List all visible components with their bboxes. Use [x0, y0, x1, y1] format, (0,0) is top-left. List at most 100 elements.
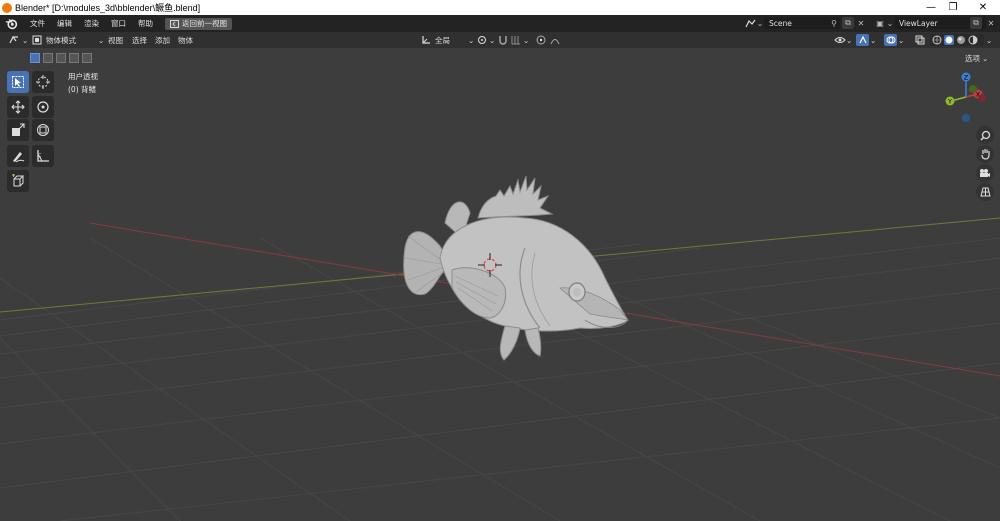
zoom-view-button[interactable] [976, 126, 994, 144]
chevron-down-icon: ⌄ [468, 35, 475, 45]
object-mode-icon [32, 35, 42, 45]
menu-add[interactable]: 添加 [155, 34, 170, 46]
chevron-down-icon: ⌄ [846, 35, 853, 45]
view-name-label: 用户透视 [68, 72, 98, 81]
options-label: 选项 [965, 53, 980, 63]
overlays-toggle[interactable] [884, 34, 897, 46]
menu-view[interactable]: 视图 [108, 34, 123, 46]
material-shading-icon[interactable] [956, 35, 966, 45]
snap-target-button[interactable]: ⌄ [511, 34, 529, 46]
gizmo-dropdown[interactable]: ⌄ [870, 34, 876, 46]
select-cursor-icon [12, 76, 24, 88]
options-dropdown[interactable]: 选项 ⌄ [965, 52, 988, 64]
proportional-falloff-button[interactable] [550, 34, 560, 46]
measure-ruler-icon [37, 150, 49, 162]
hand-icon [980, 149, 990, 160]
3d-viewport[interactable] [0, 48, 1000, 521]
neg-y-axis-handle[interactable] [969, 85, 977, 93]
xray-toggle[interactable] [915, 34, 925, 46]
chevron-down-icon: ⌄ [489, 35, 496, 45]
magnet-icon [499, 36, 507, 45]
back-to-previous-button[interactable]: 返回前一视图 [165, 17, 232, 30]
move-tool[interactable] [7, 96, 29, 118]
select-mode-subtract[interactable] [56, 53, 66, 63]
measure-tool[interactable] [32, 145, 54, 167]
rendered-shading-icon[interactable] [968, 35, 978, 45]
wireframe-shading-icon[interactable] [932, 35, 942, 45]
pan-view-button[interactable] [976, 145, 994, 163]
proportional-edit-toggle[interactable] [536, 34, 546, 46]
transform-tool[interactable] [32, 119, 54, 141]
new-scene-icon[interactable]: ⧉ [842, 17, 854, 29]
menu-help[interactable]: 帮助 [132, 18, 159, 29]
editor-type-button[interactable]: ⌄ [8, 34, 28, 46]
menu-file[interactable]: 文件 [24, 18, 51, 29]
menu-select[interactable]: 选择 [132, 34, 147, 46]
snap-increment-icon [511, 36, 520, 45]
mode-label: 物体模式 [46, 35, 76, 45]
back-button-label: 返回前一视图 [182, 19, 227, 28]
editor-type-icon [9, 35, 18, 44]
menu-window[interactable]: 窗口 [105, 18, 132, 29]
rotate-tool[interactable] [32, 96, 54, 118]
menu-object[interactable]: 物体 [178, 34, 193, 46]
proportional-edit-icon [536, 35, 546, 45]
select-mode-set[interactable] [30, 53, 40, 63]
chevron-down-icon: ⌄ [898, 35, 905, 45]
orientation-label: 全局 [435, 35, 450, 45]
pin-icon[interactable]: ⚲ [828, 17, 840, 29]
scale-tool[interactable] [7, 119, 29, 141]
select-mode-intersect[interactable] [82, 53, 92, 63]
pivot-point-button[interactable]: ⌄ [477, 34, 495, 46]
y-axis-label: Y [947, 98, 952, 106]
maximize-button[interactable]: ❐ [940, 0, 966, 15]
close-button[interactable]: ✕ [970, 0, 996, 15]
new-view-layer-icon[interactable]: ⧉ [970, 17, 982, 29]
blender-logo-icon[interactable] [5, 17, 18, 30]
neg-z-axis-handle[interactable] [962, 114, 970, 122]
add-cube-icon [12, 174, 25, 187]
mode-dropdown[interactable]: 物体模式 ⌄ [32, 34, 104, 46]
orientation-global-icon [422, 36, 430, 44]
blender-app-icon [2, 2, 12, 13]
shading-dropdown[interactable]: ⌄ [986, 34, 992, 46]
camera-view-button[interactable] [976, 164, 994, 182]
shading-mode-group [930, 34, 984, 46]
solid-shading-icon[interactable] [944, 35, 954, 45]
navigation-gizmo[interactable]: Z X Y [940, 70, 990, 130]
falloff-curve-icon [550, 39, 560, 45]
select-mode-invert[interactable] [69, 53, 79, 63]
chevron-down-icon: ⌄ [986, 35, 993, 45]
transform-icon [37, 124, 49, 136]
snap-toggle[interactable] [498, 34, 508, 46]
rotate-icon [37, 101, 49, 113]
active-object-label: (0) 背鳍 [68, 85, 97, 94]
z-axis-label: Z [964, 74, 969, 82]
overlays-icon [886, 36, 895, 44]
chevron-down-icon: ⌄ [982, 53, 989, 63]
pivot-icon [478, 36, 486, 44]
menu-edit[interactable]: 编辑 [51, 18, 78, 29]
fish-model[interactable] [0, 48, 1000, 521]
window-titlebar: Blender* [D:\modules_3d\bblender\鳜鱼.blen… [0, 0, 1000, 15]
annotate-tool[interactable] [7, 145, 29, 167]
visibility-dropdown[interactable]: ⌄ [834, 34, 852, 46]
gizmo-icon [858, 35, 867, 44]
3d-cursor-tool-icon [36, 75, 50, 89]
window-title: Blender* [D:\modules_3d\bblender\鳜鱼.blen… [15, 3, 201, 13]
delete-scene-icon[interactable]: ✕ [855, 17, 867, 29]
gizmo-toggle[interactable] [856, 34, 869, 46]
perspective-toggle-button[interactable] [976, 183, 994, 201]
chevron-down-icon: ⌄ [22, 35, 29, 45]
overlays-dropdown[interactable]: ⌄ [898, 34, 904, 46]
select-mode-extend[interactable] [43, 53, 53, 63]
neg-x-axis-handle[interactable] [978, 94, 986, 102]
chevron-down-icon: ⌄ [523, 35, 530, 45]
move-arrows-icon [11, 100, 25, 114]
delete-view-layer-icon[interactable]: ✕ [985, 17, 997, 29]
transform-orientation-dropdown[interactable]: 全局 ⌄ [421, 34, 474, 46]
menu-render[interactable]: 渲染 [78, 18, 105, 29]
add-cube-tool[interactable] [7, 170, 29, 192]
select-box-tool[interactable] [7, 71, 29, 93]
cursor-tool[interactable] [32, 71, 54, 93]
